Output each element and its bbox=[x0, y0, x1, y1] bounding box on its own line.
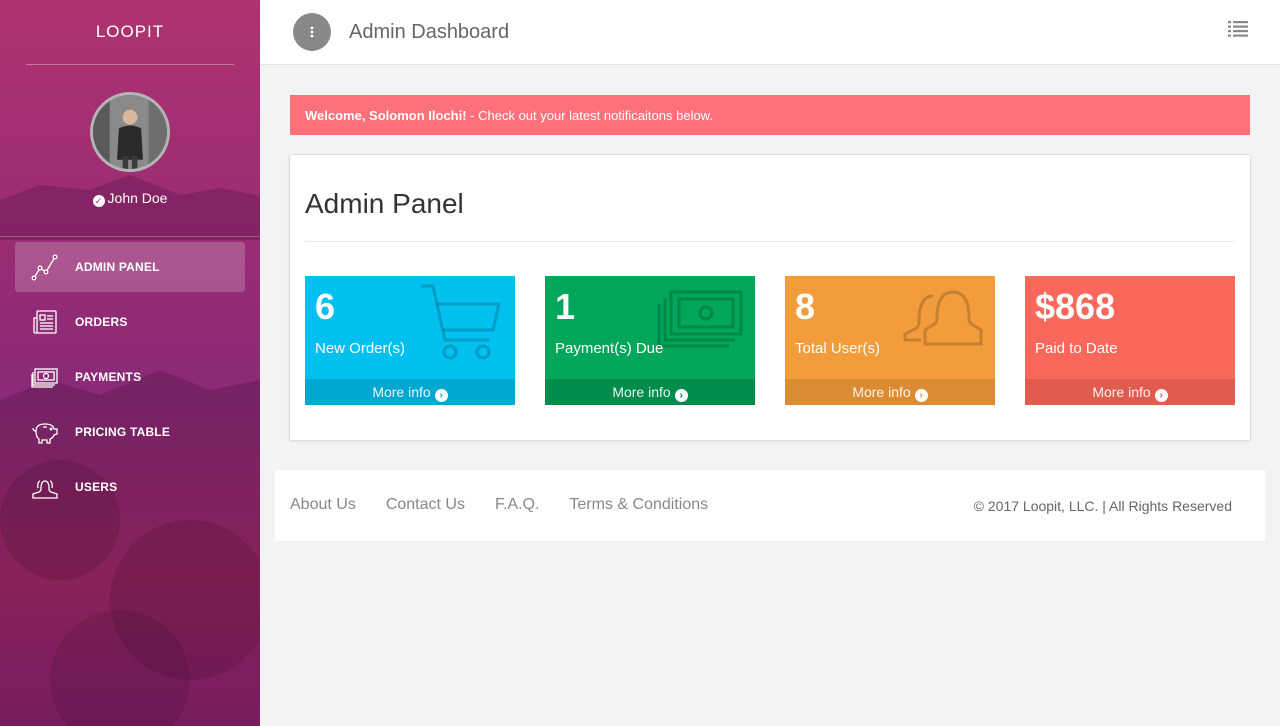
stat-box-users: 8 Total User(s) More info › bbox=[785, 276, 995, 405]
newspaper-icon bbox=[15, 297, 75, 347]
panel-divider bbox=[305, 241, 1235, 242]
arrow-circle-right-icon: › bbox=[914, 389, 928, 402]
stat-value: 6 bbox=[315, 286, 336, 327]
more-info-label: More info bbox=[852, 384, 911, 400]
sidebar-item-orders[interactable]: ORDERS bbox=[15, 297, 245, 347]
users-icon bbox=[903, 290, 983, 346]
page-title: Admin Dashboard bbox=[349, 21, 510, 43]
alert-title: Welcome, Solomon Ilochi! bbox=[305, 108, 467, 123]
top-bar: Admin Dashboard bbox=[260, 0, 1280, 65]
list-icon[interactable] bbox=[1228, 20, 1248, 38]
sidebar-item-label: ORDERS bbox=[75, 315, 128, 329]
stat-box-orders: 6 New Order(s) More info › bbox=[305, 276, 515, 405]
more-info-label: More info bbox=[612, 384, 671, 400]
sidebar: LOOPIT ✓ John Doe ADMIN PANEL ORDERS PAY… bbox=[0, 0, 260, 726]
alert-text: - Check out your latest notificaitons be… bbox=[466, 108, 713, 123]
stat-value: 8 bbox=[795, 286, 816, 327]
nav-divider bbox=[0, 236, 260, 237]
footer-link-contact[interactable]: Contact Us bbox=[386, 496, 465, 514]
avatar[interactable] bbox=[90, 92, 170, 172]
panel-title: Admin Panel bbox=[305, 188, 464, 219]
sidebar-item-admin-panel[interactable]: ADMIN PANEL bbox=[15, 242, 245, 292]
stat-value: $868 bbox=[1035, 286, 1116, 327]
piggy-bank-icon bbox=[15, 407, 75, 457]
footer-link-faq[interactable]: F.A.Q. bbox=[495, 496, 539, 514]
user-name: ✓ John Doe bbox=[0, 190, 260, 207]
more-info-link[interactable]: More info › bbox=[305, 379, 515, 405]
footer: About Us Contact Us F.A.Q. Terms & Condi… bbox=[275, 470, 1265, 541]
sidebar-item-label: PAYMENTS bbox=[75, 370, 142, 384]
sidebar-item-label: USERS bbox=[75, 480, 118, 494]
more-info-link[interactable]: More info › bbox=[1025, 379, 1235, 405]
sidebar-nav: ADMIN PANEL ORDERS PAYMENTS PRICING TABL… bbox=[15, 242, 245, 517]
brand-divider bbox=[26, 64, 234, 65]
stat-label: Payment(s) Due bbox=[555, 340, 664, 357]
stat-box-paid: $868 Paid to Date More info › bbox=[1025, 276, 1235, 405]
money-icon bbox=[15, 352, 75, 402]
user-name-label: John Doe bbox=[107, 190, 168, 206]
sidebar-item-users[interactable]: USERS bbox=[15, 462, 245, 512]
brand-logo[interactable]: LOOPIT bbox=[0, 22, 260, 42]
more-info-link[interactable]: More info › bbox=[785, 379, 995, 405]
footer-link-about[interactable]: About Us bbox=[290, 496, 356, 514]
footer-links: About Us Contact Us F.A.Q. Terms & Condi… bbox=[290, 496, 708, 514]
sidebar-item-payments[interactable]: PAYMENTS bbox=[15, 352, 245, 402]
footer-link-terms[interactable]: Terms & Conditions bbox=[569, 496, 708, 514]
more-info-link[interactable]: More info › bbox=[545, 379, 755, 405]
arrow-circle-right-icon: › bbox=[674, 389, 688, 402]
check-circle-icon: ✓ bbox=[92, 195, 105, 207]
arrow-circle-right-icon: › bbox=[1154, 389, 1168, 402]
menu-button[interactable] bbox=[293, 13, 331, 51]
line-chart-icon bbox=[15, 242, 75, 292]
copyright: © 2017 Loopit, LLC. | All Rights Reserve… bbox=[973, 498, 1232, 514]
sidebar-item-label: ADMIN PANEL bbox=[75, 260, 160, 274]
arrow-circle-right-icon: › bbox=[434, 389, 448, 402]
stat-value: 1 bbox=[555, 286, 576, 327]
ellipsis-vertical-icon bbox=[310, 26, 314, 38]
shopping-cart-icon bbox=[421, 284, 501, 360]
sidebar-item-label: PRICING TABLE bbox=[75, 425, 171, 439]
admin-panel-card: Admin Panel 6 New Order(s) More info › 1 … bbox=[289, 154, 1251, 441]
stat-box-payments: 1 Payment(s) Due More info › bbox=[545, 276, 755, 405]
stat-label: New Order(s) bbox=[315, 340, 406, 357]
more-info-label: More info bbox=[1092, 384, 1151, 400]
money-icon bbox=[657, 290, 743, 348]
more-info-label: More info bbox=[372, 384, 431, 400]
stat-label: Total User(s) bbox=[795, 340, 881, 357]
stat-label: Paid to Date bbox=[1035, 340, 1118, 357]
sidebar-item-pricing-table[interactable]: PRICING TABLE bbox=[15, 407, 245, 457]
users-icon bbox=[15, 462, 75, 512]
welcome-alert: Welcome, Solomon Ilochi! - Check out you… bbox=[290, 95, 1250, 135]
